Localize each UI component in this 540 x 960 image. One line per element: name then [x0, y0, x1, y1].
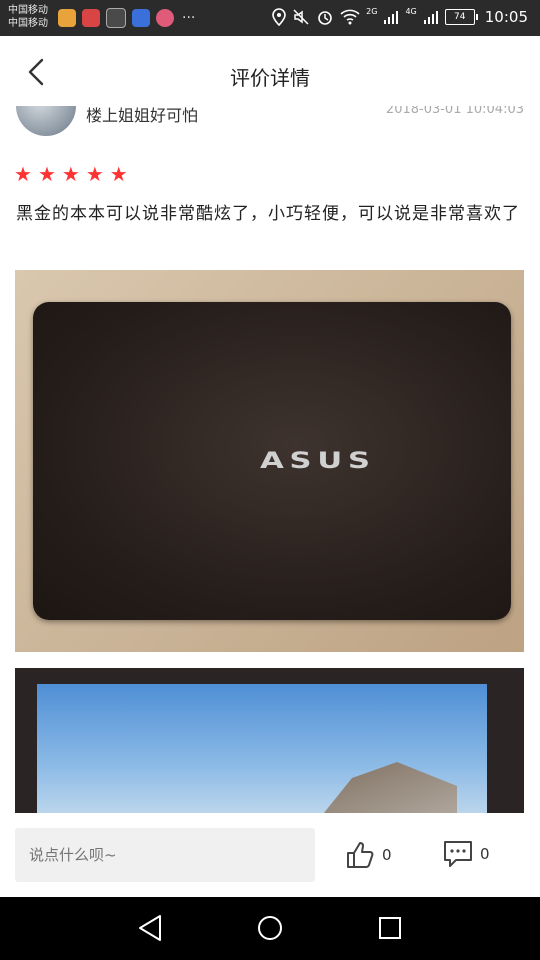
user-name[interactable]: 楼上姐姐好可怕 — [86, 106, 198, 126]
network-2g-label: 2G — [366, 6, 378, 16]
laptop-screen-image — [37, 684, 487, 813]
comment-icon — [444, 841, 472, 867]
health-icon — [106, 8, 126, 28]
signal-icon — [384, 11, 399, 24]
mute-icon — [293, 9, 309, 25]
location-icon — [272, 8, 286, 26]
alarm-icon — [318, 11, 332, 25]
app-notification-icon — [58, 9, 76, 27]
like-button[interactable]: 0 — [344, 839, 392, 871]
battery-icon: 74 — [444, 9, 478, 25]
page-header: 评价详情 — [0, 36, 540, 106]
comment-count: 0 — [480, 845, 490, 863]
app-notification-icon — [82, 9, 100, 27]
avatar[interactable] — [16, 106, 76, 136]
rating-stars: ★ ★ ★ ★ ★ — [14, 164, 128, 184]
thumbs-up-icon — [347, 842, 374, 868]
review-photo[interactable]: ASUS — [15, 270, 524, 652]
status-icons: 2G 4G 74 10:05 — [272, 6, 528, 26]
star-icon: ★ — [37, 162, 56, 186]
review-date: 2018-03-01 10:04:03 — [385, 106, 524, 117]
status-bar: 中国移动 中国移动 ··· 2G 4G 74 10:05 — [0, 0, 540, 36]
review-photo[interactable] — [15, 668, 524, 813]
app-notification-icon — [156, 9, 174, 27]
star-icon: ★ — [109, 162, 128, 186]
signal-icon — [423, 11, 438, 24]
nav-back-button[interactable] — [136, 913, 164, 947]
like-count: 0 — [382, 846, 392, 864]
comment-input[interactable] — [15, 828, 315, 882]
wallpaper-mountain — [307, 762, 457, 813]
carrier-info: 中国移动 中国移动 — [8, 4, 48, 30]
circle-home-icon — [258, 916, 282, 940]
review-content[interactable]: 楼上姐姐好可怕 2018-03-01 10:04:03 ★ ★ ★ ★ ★ 黑金… — [0, 106, 540, 813]
star-icon: ★ — [61, 162, 80, 186]
nav-home-button[interactable] — [256, 913, 284, 947]
carrier-2: 中国移动 — [8, 18, 48, 29]
network-4g-label: 4G — [405, 6, 417, 16]
more-notifications-icon: ··· — [182, 10, 196, 26]
brand-logo: ASUS — [260, 449, 376, 474]
page-title: 评价详情 — [230, 66, 310, 90]
star-icon: ★ — [14, 162, 32, 186]
wifi-icon — [340, 9, 360, 25]
triangle-back-icon — [139, 915, 161, 941]
laptop-lid-image: ASUS — [33, 302, 511, 620]
nav-recents-button[interactable] — [376, 913, 404, 947]
square-recents-icon — [379, 917, 401, 939]
lock-app-icon — [132, 9, 150, 27]
bottom-action-bar: 0 0 — [0, 813, 540, 897]
star-icon: ★ — [85, 162, 104, 186]
clock: 10:05 — [484, 8, 528, 26]
carrier-1: 中国移动 — [8, 5, 48, 16]
navigation-bar — [0, 897, 540, 960]
comment-button[interactable]: 0 — [442, 839, 490, 869]
review-text: 黑金的本本可以说非常酷炫了，小巧轻便，可以说是非常喜欢了 — [16, 204, 520, 224]
notification-icons: ··· — [58, 8, 195, 28]
